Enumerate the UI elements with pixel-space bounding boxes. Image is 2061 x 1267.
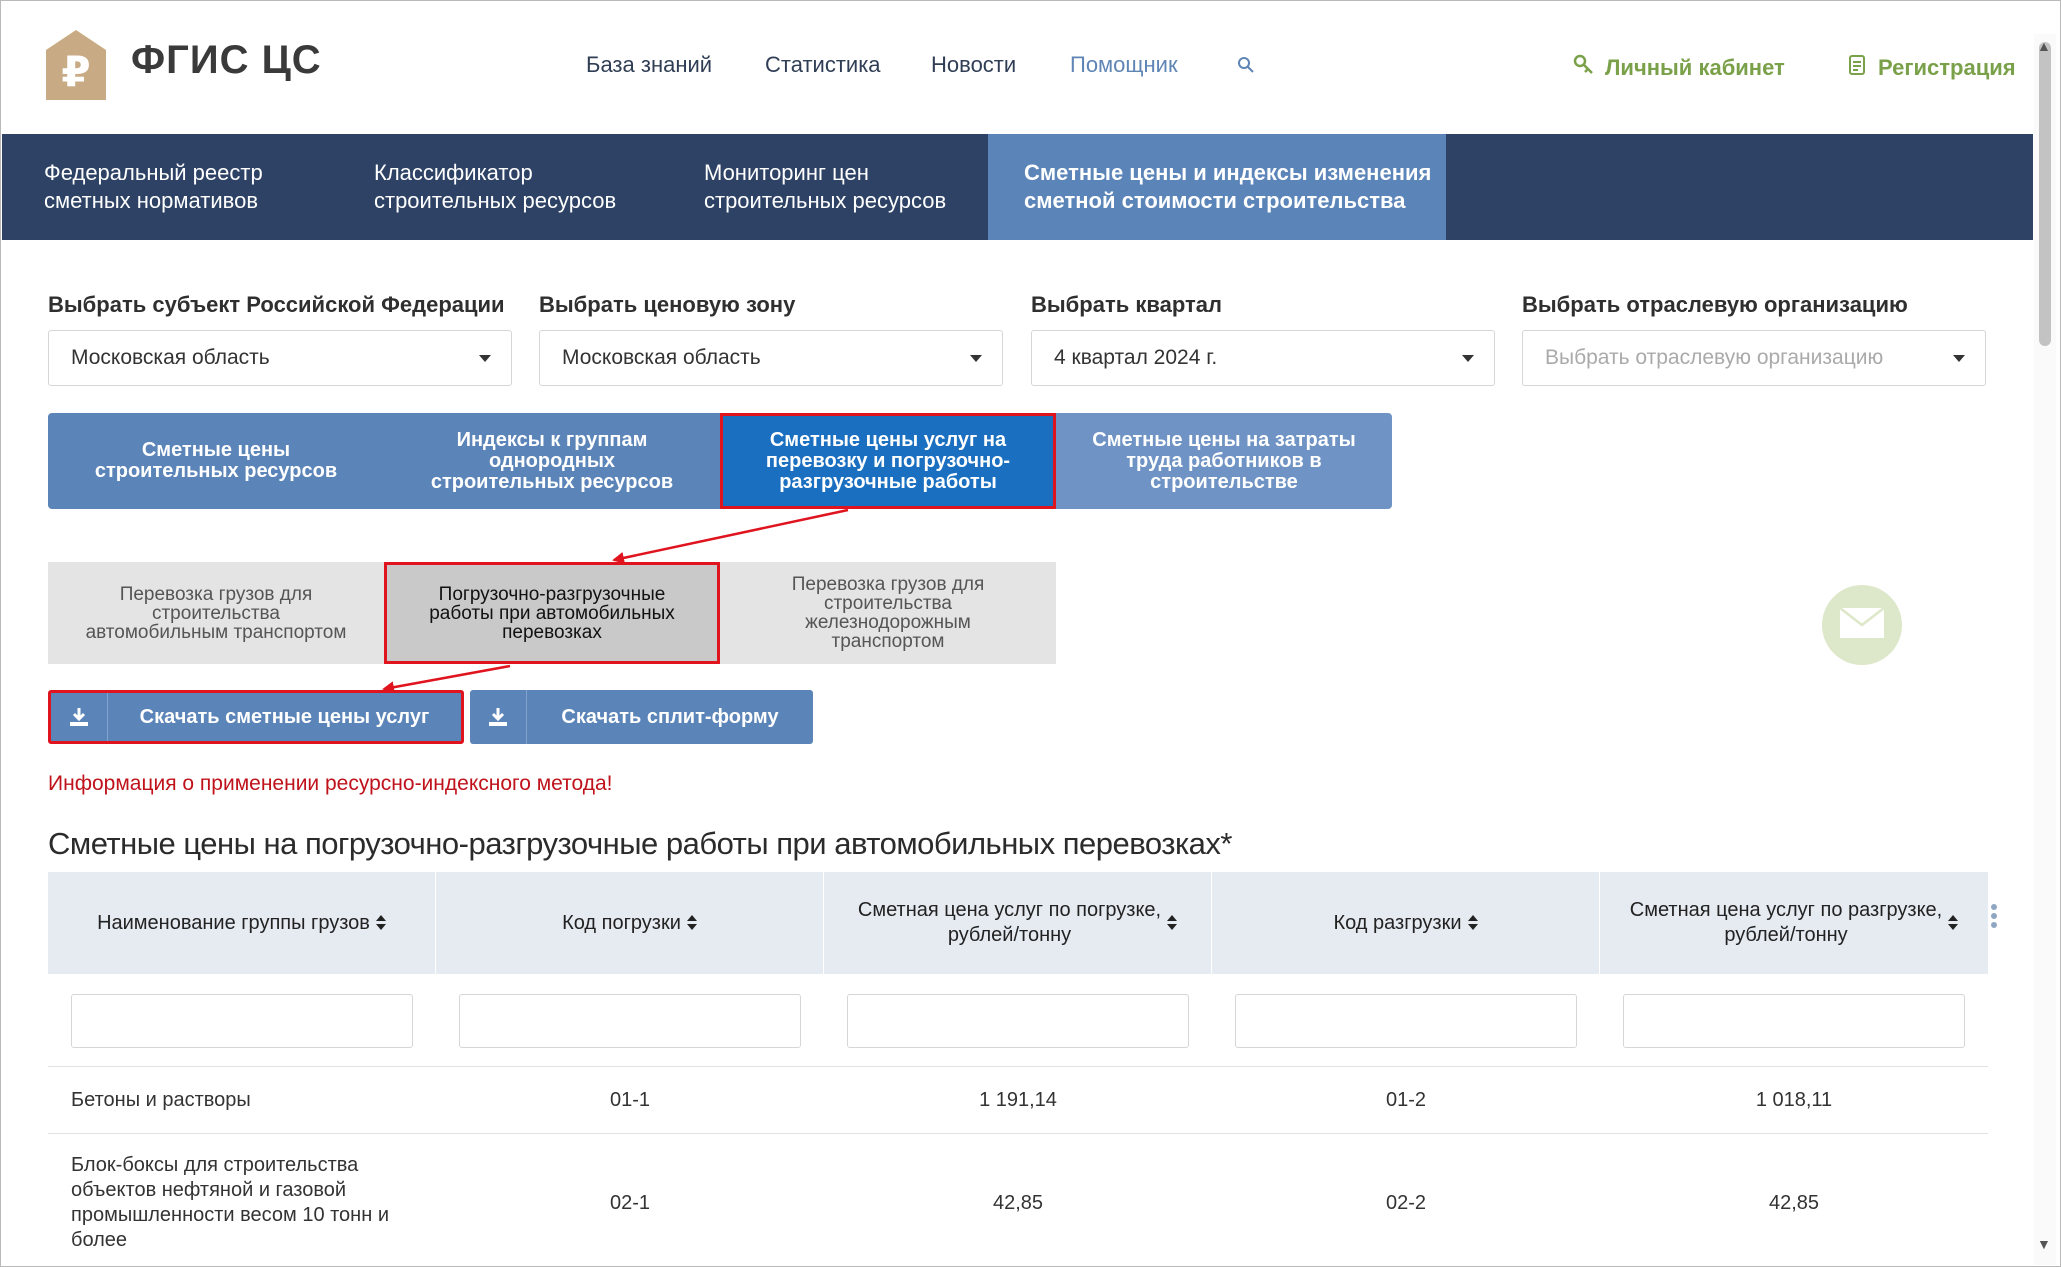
scroll-up-icon[interactable]: ▲ [2037,38,2051,54]
sort-icon[interactable] [1167,915,1178,931]
account-link[interactable]: Личный кабинет [1573,54,1785,82]
account-label: Личный кабинет [1605,55,1785,80]
column-label: Код разгрузки [1333,911,1462,934]
section-label: Классификатор строительных ресурсов [374,160,617,213]
subtab-label: Перевозка грузов для строительства автом… [85,583,347,643]
sort-icon[interactable] [1467,915,1478,931]
filter-input-group[interactable] [71,994,413,1048]
tab-resource-prices[interactable]: Сметные цены строительных ресурсов [48,413,384,509]
nav-news[interactable]: Новости [931,52,1016,78]
chevron-down-icon [1953,355,1965,362]
cell-load-code: 02-1 [609,1192,651,1214]
nav-statistics[interactable]: Статистика [765,52,881,78]
tab-label: Сметные цены на затраты труда работников… [1092,428,1356,493]
logo-icon[interactable]: ₽ [44,28,108,102]
column-label: Сметная цена услуг по разгрузке, рублей/… [1629,899,1943,946]
column-header-load-code[interactable]: Код погрузки [436,872,824,974]
region-label: Выбрать субъект Российской Федерации [48,292,505,317]
tab-transport-services[interactable]: Сметные цены услуг на перевозку и погруз… [720,413,1056,509]
org-label: Выбрать отраслевую организацию [1522,292,1908,317]
section-label: Мониторинг цен строительных ресурсов [704,160,947,213]
table-title: Сметные цены на погрузочно-разгрузочные … [48,826,1233,861]
org-select[interactable]: Выбрать отраслевую организацию [1522,330,1986,386]
column-header-load-price[interactable]: Сметная цена услуг по погрузке, рублей/т… [824,872,1212,974]
subtab-label: Перевозка грузов для строительства желез… [791,574,985,652]
cell-load-price: 1 191,14 [979,1089,1057,1111]
download-prices-label: Скачать сметные цены услуг [139,705,430,728]
cell-unload-code: 01-2 [1385,1089,1427,1111]
mail-button[interactable] [1822,585,1902,665]
tab-label: Сметные цены строительных ресурсов [94,439,338,482]
section-label: Федеральный реестр сметных нормативов [44,160,263,213]
cell-unload-price: 42,85 [1768,1192,1820,1214]
region-value: Московская область [71,346,270,369]
download-split-label: Скачать сплит-форму [561,705,779,728]
subtab-loading-unloading[interactable]: Погрузочно-разгрузочные работы при автом… [384,562,720,664]
filter-input-load-code[interactable] [459,994,801,1048]
column-label: Наименование группы грузов [97,911,370,934]
cell-load-price: 42,85 [992,1192,1044,1214]
register-doc-icon [1848,54,1868,82]
region-select[interactable]: Московская область [48,330,512,386]
zone-label: Выбрать ценовую зону [539,292,796,317]
row-divider [48,1133,1988,1134]
section-estimate-prices[interactable]: Сметные цены и индексы изменения сметной… [988,134,1446,240]
mail-icon [1839,606,1885,644]
row-divider [48,1066,1988,1067]
org-placeholder: Выбрать отраслевую организацию [1545,346,1884,369]
tab-label: Индексы к группам однородных строительны… [430,428,674,493]
info-link[interactable]: Информация о применении ресурсно-индексн… [48,772,613,796]
subtab-rail-transport[interactable]: Перевозка грузов для строительства желез… [720,562,1056,664]
column-header-unload-code[interactable]: Код разгрузки [1212,872,1600,974]
download-split-button[interactable]: Скачать сплит-форму [470,690,813,744]
zone-select[interactable]: Московская область [539,330,1003,386]
quarter-label: Выбрать квартал [1031,292,1222,317]
filter-input-unload-price[interactable] [1623,994,1965,1048]
chevron-down-icon [970,355,982,362]
key-icon [1573,54,1595,82]
subtab-auto-transport[interactable]: Перевозка грузов для строительства автом… [48,562,384,664]
cell-group-name: Блок-боксы для строительства объектов не… [71,1154,389,1251]
sort-icon[interactable] [1948,915,1959,931]
column-label: Код погрузки [562,911,681,934]
scrollbar-thumb[interactable] [2039,42,2051,346]
section-label: Сметные цены и индексы изменения сметной… [1024,160,1432,213]
chevron-down-icon [1462,355,1474,362]
filter-input-load-price[interactable] [847,994,1189,1048]
subtab-label: Погрузочно-разгрузочные работы при автом… [429,583,675,643]
section-classifier[interactable]: Классификатор строительных ресурсов [332,134,662,240]
nav-assistant[interactable]: Помощник [1070,52,1178,78]
scroll-down-icon[interactable]: ▼ [2037,1236,2051,1252]
cell-unload-price: 1 018,11 [1755,1089,1833,1111]
quarter-value: 4 квартал 2024 г. [1054,346,1218,369]
cell-unload-code: 02-2 [1385,1192,1427,1214]
column-header-unload-price[interactable]: Сметная цена услуг по разгрузке, рублей/… [1600,872,1988,974]
tab-labor-costs[interactable]: Сметные цены на затраты труда работников… [1056,413,1392,509]
register-label: Регистрация [1878,55,2016,80]
column-menu-icon[interactable] [1991,904,1997,931]
section-price-monitoring[interactable]: Мониторинг цен строительных ресурсов [662,134,988,240]
tab-label: Сметные цены услуг на перевозку и погруз… [765,428,1011,493]
sort-icon[interactable] [375,915,386,931]
column-header-group[interactable]: Наименование группы грузов [48,872,436,974]
tab-group-indices[interactable]: Индексы к группам однородных строительны… [384,413,720,509]
zone-value: Московская область [562,346,761,369]
cell-group-name: Бетоны и растворы [71,1089,251,1111]
section-federal-registry[interactable]: Федеральный реестр сметных нормативов [2,134,332,240]
column-label: Сметная цена услуг по погрузке, рублей/т… [857,899,1162,946]
download-icon [51,693,108,741]
sort-icon[interactable] [686,915,697,931]
logo-text[interactable]: ФГИС ЦС [131,38,322,83]
register-link[interactable]: Регистрация [1848,54,2016,82]
svg-text:₽: ₽ [61,47,90,96]
nav-knowledge-base[interactable]: База знаний [586,52,712,78]
search-icon[interactable] [1236,55,1256,75]
download-prices-button[interactable]: Скачать сметные цены услуг [48,690,464,744]
filter-input-unload-code[interactable] [1235,994,1577,1048]
download-icon [470,690,527,744]
cell-load-code: 01-1 [609,1089,651,1111]
quarter-select[interactable]: 4 квартал 2024 г. [1031,330,1495,386]
chevron-down-icon [479,355,491,362]
